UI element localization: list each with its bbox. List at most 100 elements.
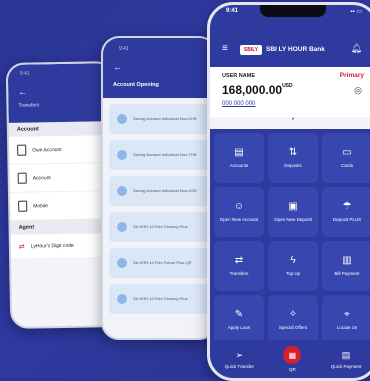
- coin-icon: [117, 150, 127, 160]
- account-option-label: Saving Account Individual Non-THB: [133, 152, 197, 158]
- hamburger-menu-icon[interactable]: ≡: [222, 43, 228, 54]
- menu-label: Locate Us: [336, 325, 358, 331]
- location-icon: ⌖: [344, 309, 350, 321]
- account-option[interactable]: Saving Account Individual Non-THB: [109, 140, 209, 170]
- menu-locate-us[interactable]: ⌖ Locate Us: [322, 295, 370, 345]
- transfer-icon: ⇄: [234, 255, 244, 267]
- menu-label: Bill Payment: [334, 271, 360, 277]
- umbrella-icon: ☂: [342, 201, 352, 213]
- status-time: 9:41: [119, 46, 129, 52]
- currency-label: USD: [282, 83, 293, 89]
- balance-amount: 168,000.00USD: [222, 83, 293, 97]
- account-opening-phone: 9:41 ← Account Opening Saving Account In…: [101, 36, 217, 340]
- bell-icon[interactable]: 🔔︎: [351, 43, 362, 54]
- menu-accounts[interactable]: ▤ Accounts: [214, 133, 264, 183]
- back-arrow-icon[interactable]: ←: [113, 62, 122, 72]
- account-option[interactable]: SA-KHR-10 Flex Growing Plus: [109, 284, 209, 314]
- bank-logo: SBILY: [240, 45, 262, 55]
- card-icon: ▭: [342, 147, 352, 159]
- account-option-label: Saving Account Individual Non-KHR: [133, 116, 197, 122]
- page-title: Transfers: [18, 102, 40, 109]
- menu-apply-loan[interactable]: ✎ Apply Loan: [214, 295, 264, 345]
- menu-label: Deposits: [284, 163, 302, 169]
- bolt-icon: ϟ: [290, 255, 296, 267]
- send-icon: ➢: [235, 349, 244, 360]
- menu-label: Top Up: [285, 271, 301, 277]
- account-option[interactable]: SA-KHR-10 Flex Future Plus-QR: [109, 248, 209, 278]
- menu-bill-payment[interactable]: ▥ Bill Payment: [322, 241, 370, 291]
- pager-dots: •: [291, 117, 295, 123]
- menu-cards[interactable]: ▭ Cards: [322, 133, 370, 183]
- document-icon: [17, 172, 27, 184]
- user-plus-icon: ☺: [233, 201, 245, 213]
- menu-deposits[interactable]: ⇅ Deposits: [268, 133, 318, 183]
- payment-icon: ▤: [341, 349, 351, 360]
- list-item-agent[interactable]: ⇄ LyHour's Digit code: [10, 233, 116, 260]
- account-option[interactable]: SA-KHR-10 Flex Growing Plus: [109, 212, 209, 242]
- app-header: 9:41 ▪▪ ▭ ≡ SBILY SBI LY HOUR Bank 🔔︎: [210, 5, 370, 67]
- loan-icon: ✎: [234, 309, 244, 321]
- account-option-label: SA-KHR-10 Flex Growing Plus: [133, 296, 188, 302]
- list-item-label: Own Account: [32, 146, 62, 154]
- phone-icon: [18, 200, 28, 212]
- deposit-icon: ⇅: [288, 147, 298, 159]
- coin-icon: [117, 222, 127, 232]
- menu-transfers[interactable]: ⇄ Transfers: [214, 241, 264, 291]
- list-item-account[interactable]: Account: [9, 163, 114, 193]
- coin-icon: [117, 258, 127, 268]
- nav-label: Quick Transfer: [224, 363, 254, 369]
- account-option[interactable]: Saving Account Individual Non-USD: [109, 176, 209, 206]
- menu-open-new-deposit[interactable]: ▣ Open New Deposit: [268, 187, 318, 237]
- account-opening-header: 9:41 ← Account Opening: [103, 38, 215, 98]
- qr-icon: ▦: [283, 346, 302, 364]
- menu-top-up[interactable]: ϟ Top Up: [268, 241, 318, 291]
- phone-notch: [260, 5, 326, 17]
- list-item-mobile[interactable]: Mobile: [9, 191, 115, 221]
- nav-label: Quick Payment: [330, 363, 362, 369]
- menu-label: Deposit PLUS: [332, 217, 362, 223]
- nav-quick-payment[interactable]: ▤ Quick Payment: [331, 350, 362, 369]
- nav-label: QR: [289, 367, 296, 372]
- account-option-label: Saving Account Individual Non-USD: [133, 188, 197, 194]
- nav-qr[interactable]: ▦ QR: [283, 346, 302, 372]
- list-item-own-account[interactable]: Own Account: [8, 135, 114, 165]
- bottom-nav: ➢ Quick Transfer ▦ QR ▤ Quick Payment: [210, 340, 370, 378]
- menu-label: Open New Deposit: [274, 217, 312, 223]
- menu-label: Apply Loan: [227, 325, 251, 331]
- page-title: Account Opening: [113, 82, 159, 88]
- transfers-header: 9:41 ← Transfers: [7, 63, 113, 123]
- menu-label: Accounts: [229, 163, 249, 169]
- status-time: 9:41: [226, 8, 239, 14]
- menu-deposit-plus[interactable]: ☂ Deposit PLUS: [322, 187, 370, 237]
- safe-icon: ▣: [288, 201, 298, 213]
- balance-value: 168,000.00: [222, 83, 283, 97]
- nav-quick-transfer[interactable]: ➢ Quick Transfer: [225, 350, 254, 369]
- bill-icon: ▥: [342, 255, 352, 267]
- home-phone: 9:41 ▪▪ ▭ ≡ SBILY SBI LY HOUR Bank 🔔︎ US…: [207, 2, 370, 381]
- account-option-label: SA-KHR-10 Flex Future Plus-QR: [133, 260, 192, 266]
- menu-label: Open New Account: [219, 217, 259, 223]
- list-item-label: LyHour's Digit code: [30, 242, 74, 250]
- status-time: 9:41: [19, 70, 30, 77]
- coin-icon: [117, 294, 127, 304]
- offer-icon: ✧: [288, 309, 298, 321]
- user-name-label: USER NAME: [222, 73, 256, 79]
- menu-open-new-account[interactable]: ☺ Open New Account: [214, 187, 264, 237]
- primary-badge: Primary: [339, 72, 364, 79]
- menu-label: Transfers: [229, 271, 249, 277]
- hide-balance-icon[interactable]: ◎: [354, 85, 362, 96]
- signal-battery-icon: ▪▪ ▭: [350, 9, 362, 15]
- menu-special-offers[interactable]: ✧ Special Offers: [268, 295, 318, 345]
- account-summary: USER NAME Primary 168,000.00USD ◎ 000 00…: [210, 67, 370, 117]
- document-icon: ▤: [234, 147, 244, 159]
- back-arrow-icon[interactable]: ←: [18, 87, 27, 97]
- account-option[interactable]: Saving Account Individual Non-KHR: [109, 104, 209, 134]
- list-item-label: Mobile: [33, 202, 48, 210]
- menu-label: Special Offers: [278, 325, 308, 331]
- account-number[interactable]: 000 000 000: [222, 101, 255, 107]
- bank-name: SBI LY HOUR Bank: [266, 46, 325, 53]
- menu-label: Cards: [340, 163, 353, 169]
- coin-icon: [117, 114, 127, 124]
- menu-grid: ▤ Accounts ⇅ Deposits ▭ Cards ☺ Open New Acc…: [210, 129, 370, 345]
- document-icon: [17, 144, 27, 156]
